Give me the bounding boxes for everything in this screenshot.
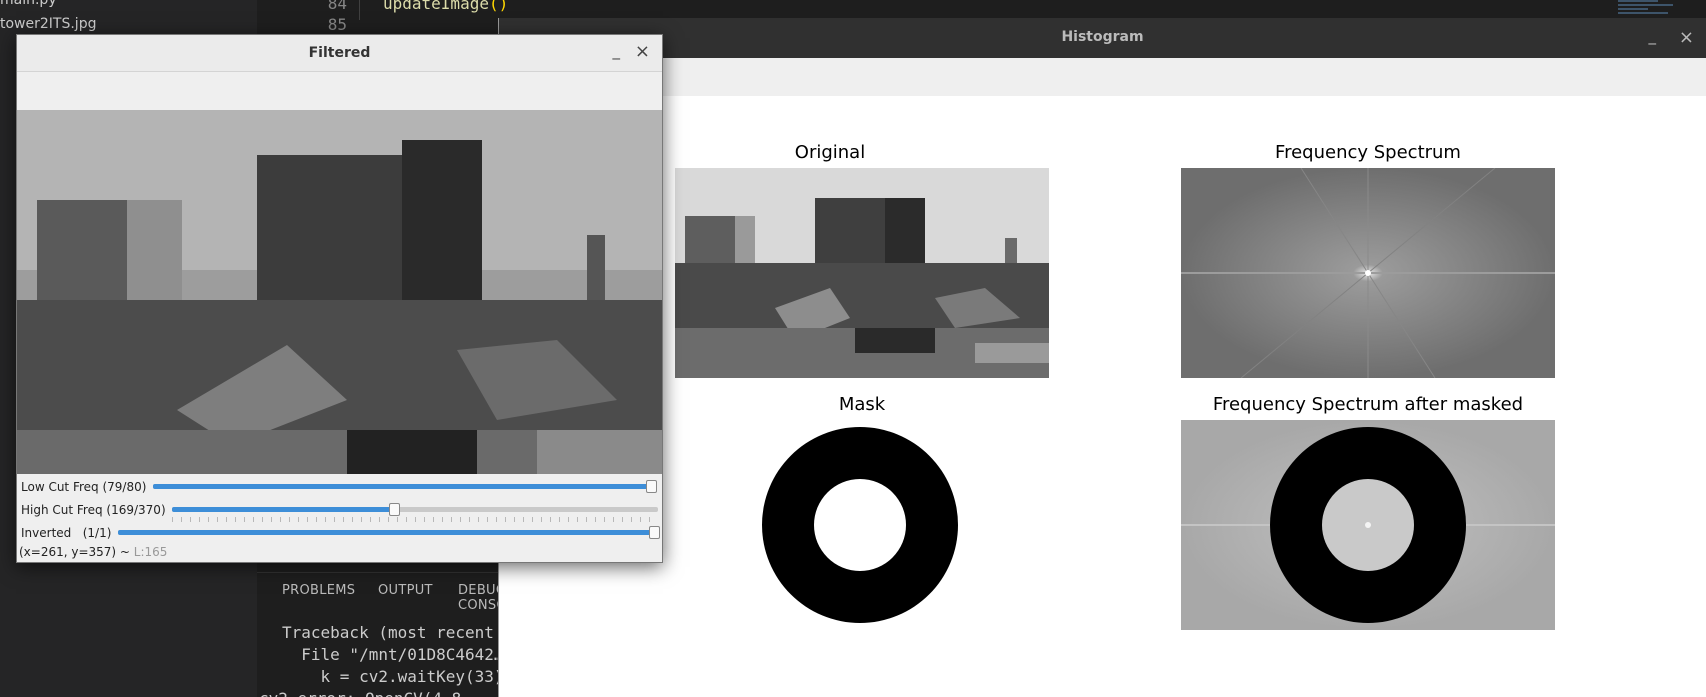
subplot-title-original: Original xyxy=(794,142,866,163)
tab-output[interactable]: OUTPUT xyxy=(378,583,433,598)
minimap[interactable] xyxy=(1618,0,1678,20)
close-button[interactable]: × xyxy=(635,41,650,62)
histogram-titlebar[interactable]: Histogram _ × xyxy=(499,18,1706,58)
bottom-panel: PROBLEMS OUTPUT DEBUG CONSOLE Traceback … xyxy=(257,572,610,697)
window-title: Filtered xyxy=(308,45,371,61)
terminal-line: k = cv2.waitKey(33) xyxy=(282,667,504,686)
track-fill xyxy=(118,530,654,535)
file-item-main[interactable]: main.py xyxy=(0,0,57,8)
close-button[interactable]: × xyxy=(1679,27,1694,48)
indent-guide xyxy=(359,0,360,20)
slider-handle[interactable] xyxy=(649,526,660,539)
trackbar-label: High Cut Freq (169/370) xyxy=(21,503,166,517)
parentheses: () xyxy=(488,0,509,13)
terminal-line: File "/mnt/01D8C4642…" xyxy=(282,645,514,664)
filtered-titlebar[interactable]: Filtered _ × xyxy=(17,35,662,72)
terminal-line: cv2.error: OpenCV(4.8 xyxy=(259,689,461,697)
line-number: 85 xyxy=(327,15,347,34)
window-title: Histogram xyxy=(1061,29,1144,45)
track-fill xyxy=(153,484,651,489)
minimize-button[interactable]: _ xyxy=(1649,27,1657,45)
filtered-image[interactable] xyxy=(17,110,662,474)
subplot-title-spectrum: Frequency Spectrum xyxy=(1275,142,1461,163)
trackbar-label: Low Cut Freq (79/80) xyxy=(21,480,147,494)
subplot-title-mask: Mask xyxy=(838,394,886,415)
masked-spectrum-image xyxy=(1181,420,1555,630)
filtered-window: Filtered _ × Low Cut Freq (79/80) High C… xyxy=(16,34,663,563)
high-cut-trackbar[interactable]: High Cut Freq (169/370) xyxy=(17,499,662,522)
inverted-track[interactable] xyxy=(118,526,660,539)
low-cut-track[interactable] xyxy=(153,480,657,493)
code-line[interactable]: updateImage() xyxy=(383,0,508,13)
slider-handle[interactable] xyxy=(388,503,400,516)
slider-handle[interactable] xyxy=(645,480,657,493)
minimize-button[interactable]: _ xyxy=(613,42,621,60)
histogram-window: Histogram _ × Original Frequency Spectru… xyxy=(498,18,1706,697)
histogram-toolbar xyxy=(499,58,1706,96)
file-item-image[interactable]: tower2ITS.jpg xyxy=(0,16,96,32)
filtered-toolbar xyxy=(17,72,662,110)
low-cut-trackbar[interactable]: Low Cut Freq (79/80) xyxy=(17,476,662,498)
inverted-trackbar[interactable]: Inverted (1/1) xyxy=(17,522,662,544)
status-bar: (x=261, y=357) ~ L:165 xyxy=(19,545,167,559)
function-call: updateImage xyxy=(383,0,489,13)
frequency-spectrum-image xyxy=(1181,168,1555,378)
trackbar-label: Inverted (1/1) xyxy=(21,526,112,540)
luminance-readout: L:165 xyxy=(129,545,168,559)
original-image xyxy=(675,168,1049,378)
line-number: 84 xyxy=(327,0,347,13)
track-fill xyxy=(172,507,394,512)
mask-image xyxy=(675,420,1049,630)
high-cut-track[interactable] xyxy=(172,503,658,522)
subplot-title-masked-spectrum: Frequency Spectrum after masked xyxy=(1212,394,1524,415)
tab-problems[interactable]: PROBLEMS xyxy=(282,583,355,598)
cursor-readout: (x=261, y=357) ~ xyxy=(19,545,130,559)
